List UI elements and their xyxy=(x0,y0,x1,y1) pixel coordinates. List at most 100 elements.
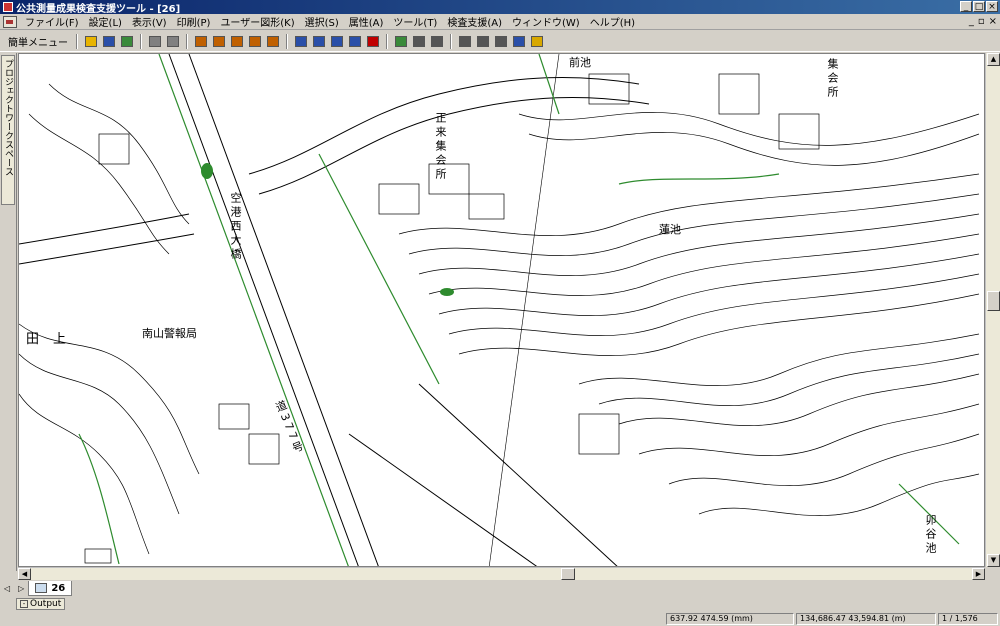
close-button[interactable]: × xyxy=(986,1,998,12)
map-label-shorai-community-hall: 正来集会所 xyxy=(434,112,447,182)
map-canvas[interactable]: 前池 集会所 正来集会所 蓮池 空港西大橋 南山警報局 田上 道377号 卯谷池 xyxy=(18,53,985,567)
scroll-right-button[interactable]: ▶ xyxy=(972,568,985,580)
polygon-tool-button[interactable] xyxy=(229,34,245,49)
quick-menu-button[interactable]: 簡単メニュー xyxy=(4,34,72,49)
select-rect-button[interactable] xyxy=(293,34,309,49)
pan-icon xyxy=(367,35,379,47)
text-tool-button[interactable] xyxy=(247,34,263,49)
document-tab-bar: ◁ ▷ 26 xyxy=(0,580,1000,597)
status-cursor-mm: 637.92 474.59 (mm) xyxy=(666,613,794,625)
tab-26[interactable]: 26 xyxy=(28,581,73,596)
map-document-icon xyxy=(35,583,48,593)
symbol-tool-icon xyxy=(267,35,279,47)
maximize-button[interactable]: □ xyxy=(973,1,985,12)
search-icon xyxy=(513,35,525,47)
menu-view[interactable]: 表示(V) xyxy=(127,14,172,29)
collapse-toggle-icon[interactable]: - xyxy=(20,600,28,608)
refresh-icon xyxy=(121,35,133,47)
image-button[interactable] xyxy=(475,34,491,49)
menu-attributes[interactable]: 属性(A) xyxy=(344,14,389,29)
output-label: Output xyxy=(30,599,62,609)
zoom-in-button[interactable] xyxy=(311,34,327,49)
map-label-udani-pond: 卯谷池 xyxy=(924,514,937,556)
zoom-out-button[interactable] xyxy=(329,34,345,49)
horizontal-scrollbar[interactable]: ◀ ▶ xyxy=(18,567,985,580)
table-icon xyxy=(431,35,443,47)
attribute-button[interactable] xyxy=(411,34,427,49)
warning-icon xyxy=(531,35,543,47)
output-tab[interactable]: - Output xyxy=(16,598,66,610)
scroll-up-button[interactable]: ▲ xyxy=(987,53,1000,66)
project-workspace-tab[interactable]: プロジェクトワークスペース xyxy=(1,55,15,205)
status-scale: 1 / 1,576 xyxy=(938,613,998,625)
mdi-controls: _ ▫ × xyxy=(969,16,997,27)
mdi-restore-button[interactable]: ▫ xyxy=(978,16,985,27)
print-icon xyxy=(149,35,161,47)
select-rect-icon xyxy=(295,35,307,47)
symbol-tool-button[interactable] xyxy=(265,34,281,49)
toolbar: 簡単メニュー xyxy=(0,31,1000,52)
menu-window[interactable]: ウィンドウ(W) xyxy=(507,14,585,29)
workspace-panel: プロジェクトワークスペース xyxy=(0,53,17,571)
polygon-tool-icon xyxy=(231,35,243,47)
refresh-button[interactable] xyxy=(119,34,135,49)
measure-button[interactable] xyxy=(457,34,473,49)
save-icon xyxy=(103,35,115,47)
window-controls: _ □ × xyxy=(960,1,998,12)
print-preview-icon xyxy=(167,35,179,47)
tab-prev-button[interactable]: ◁ xyxy=(0,584,14,593)
toolbar-separator xyxy=(386,33,388,49)
zoom-fit-icon xyxy=(349,35,361,47)
zoom-out-icon xyxy=(331,35,343,47)
scroll-left-button[interactable]: ◀ xyxy=(18,568,31,580)
save-button[interactable] xyxy=(101,34,117,49)
layer-button[interactable] xyxy=(393,34,409,49)
line-tool-button[interactable] xyxy=(211,34,227,49)
output-bar: - Output xyxy=(0,597,1000,611)
warning-button[interactable] xyxy=(529,34,545,49)
toolbar-separator xyxy=(450,33,452,49)
point-tool-icon xyxy=(195,35,207,47)
scroll-down-button[interactable]: ▼ xyxy=(987,554,1000,567)
mdi-close-button[interactable]: × xyxy=(989,16,997,27)
title-bar: 公共測量成果検査支援ツール - [26] _ □ × xyxy=(0,0,1000,15)
menu-select[interactable]: 選択(S) xyxy=(300,14,344,29)
horizontal-scroll-thumb[interactable] xyxy=(561,568,575,580)
menu-settings[interactable]: 設定(L) xyxy=(84,14,127,29)
table-button[interactable] xyxy=(429,34,445,49)
print-button[interactable] xyxy=(147,34,163,49)
menu-help[interactable]: ヘルプ(H) xyxy=(585,14,640,29)
menu-user-shapes[interactable]: ユーザー図形(K) xyxy=(215,14,299,29)
document-icon[interactable] xyxy=(3,15,17,28)
menu-file[interactable]: ファイル(F) xyxy=(20,14,84,29)
toolbar-separator xyxy=(76,33,78,49)
status-cursor-m: 134,686.47 43,594.81 (m) xyxy=(796,613,936,625)
pan-button[interactable] xyxy=(365,34,381,49)
map-label-airport-west-bridge: 空港西大橋 xyxy=(229,192,242,262)
search-button[interactable] xyxy=(511,34,527,49)
open-folder-button[interactable] xyxy=(83,34,99,49)
tab-next-button[interactable]: ▷ xyxy=(14,584,28,593)
point-tool-button[interactable] xyxy=(193,34,209,49)
zoom-fit-button[interactable] xyxy=(347,34,363,49)
vertical-scroll-thumb[interactable] xyxy=(987,291,1000,311)
mdi-minimize-button[interactable]: _ xyxy=(969,16,974,27)
menu-tools[interactable]: ツール(T) xyxy=(388,14,442,29)
menu-bar: ファイル(F) 設定(L) 表示(V) 印刷(P) ユーザー図形(K) 選択(S… xyxy=(0,14,1000,30)
open-folder-icon xyxy=(85,35,97,47)
tab-label: 26 xyxy=(51,582,66,594)
menu-inspection[interactable]: 検査支援(A) xyxy=(442,14,507,29)
toolbar-buttons xyxy=(82,33,546,49)
photo-button[interactable] xyxy=(493,34,509,49)
window-title: 公共測量成果検査支援ツール - [26] xyxy=(16,3,181,15)
map-label-maeike: 前池 xyxy=(569,56,591,69)
menu-print[interactable]: 印刷(P) xyxy=(172,14,216,29)
toolbar-separator xyxy=(186,33,188,49)
print-preview-button[interactable] xyxy=(165,34,181,49)
photo-icon xyxy=(495,35,507,47)
vertical-scrollbar[interactable]: ▲ ▼ xyxy=(985,53,1000,567)
toolbar-separator xyxy=(140,33,142,49)
minimize-button[interactable]: _ xyxy=(960,1,972,12)
status-bar: 637.92 474.59 (mm) 134,686.47 43,594.81 … xyxy=(0,612,1000,626)
text-tool-icon xyxy=(249,35,261,47)
